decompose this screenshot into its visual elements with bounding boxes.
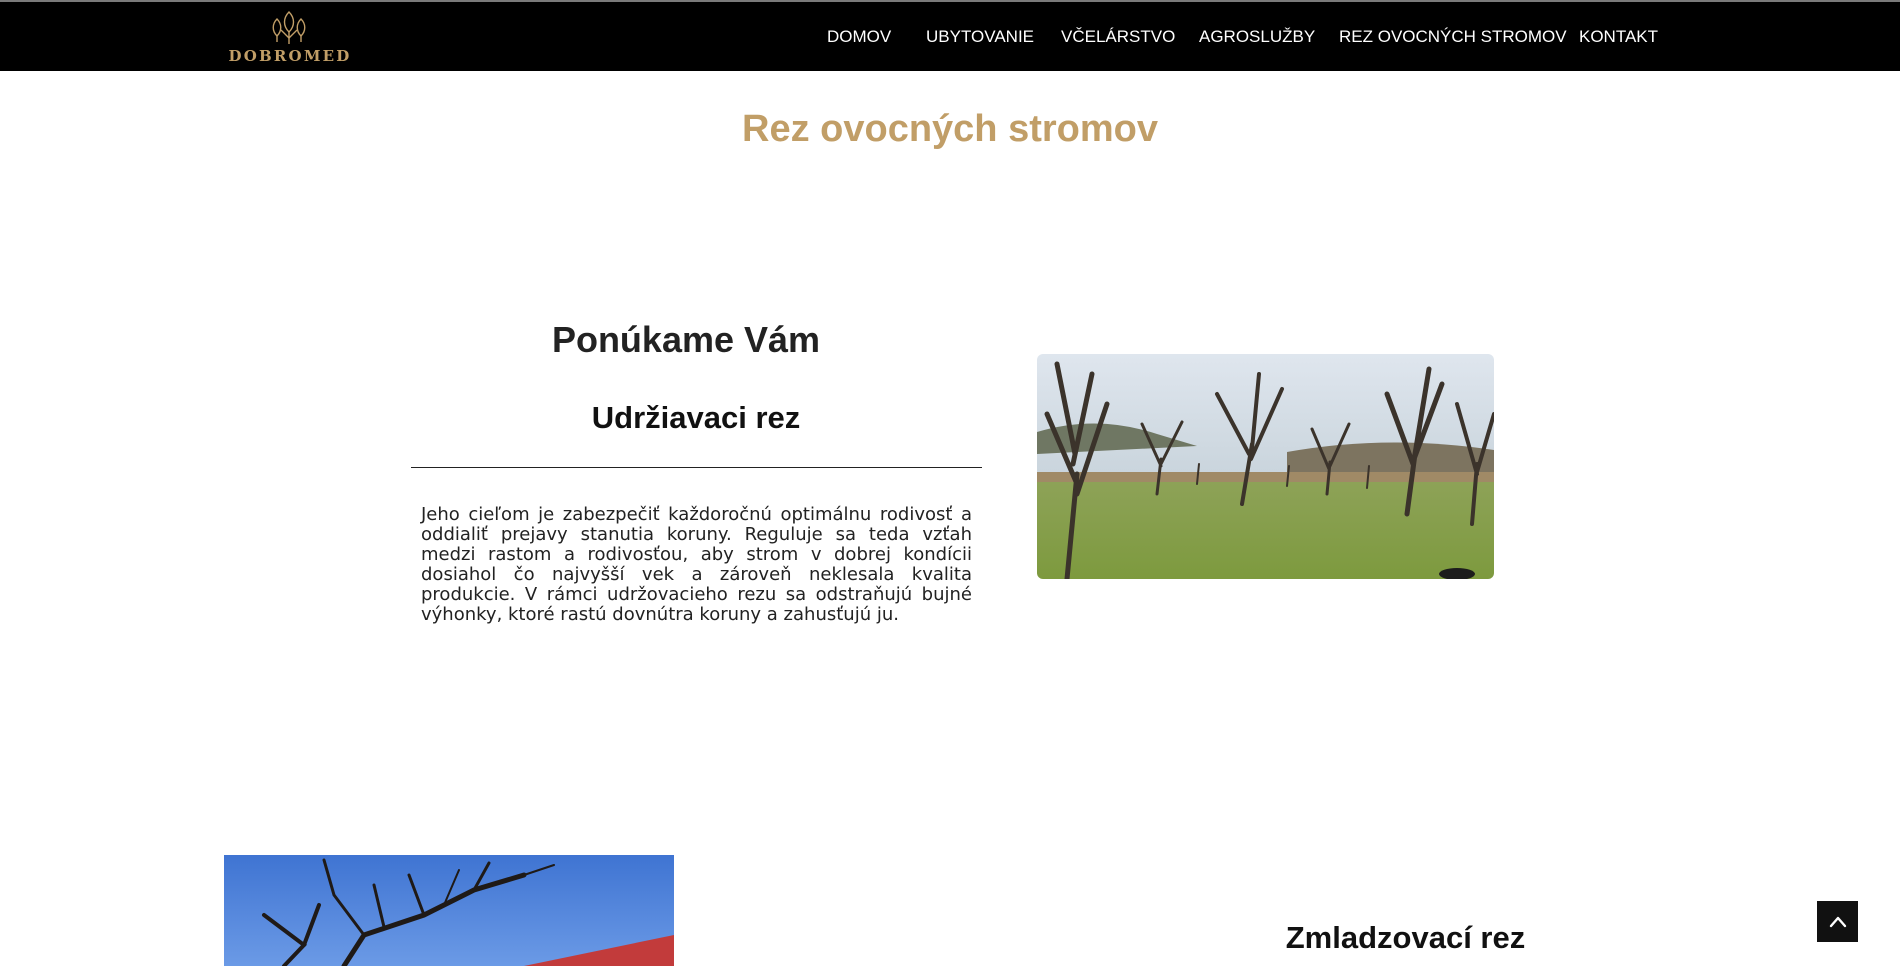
section-description: Jeho cieľom je zabezpečiť každoročnú opt…: [421, 504, 972, 625]
bee-hive-leaves-icon: [272, 11, 306, 44]
orchard-photo: [1037, 354, 1494, 579]
logo-wordmark: DOBROMED: [228, 47, 352, 65]
nav-item-kontakt[interactable]: KONTAKT: [1579, 26, 1658, 48]
page-title: Rez ovocných stromov: [742, 108, 1158, 150]
section-heading-zmladzovaci-rez: Zmladzovací rez: [1285, 920, 1526, 955]
nav-item-agrosluzby[interactable]: AGROSLUŽBY: [1199, 26, 1315, 48]
scroll-to-top-button[interactable]: [1817, 901, 1858, 942]
section-heading-udrziavaci-rez: Udržiavaci rez: [591, 400, 801, 435]
pruned-tree-photo: [224, 855, 674, 966]
site-logo[interactable]: DOBROMED: [228, 10, 352, 68]
section-divider: [411, 467, 982, 468]
nav-item-rez-ovocnych-stromov[interactable]: REZ OVOCNÝCH STROMOV: [1339, 26, 1567, 48]
nav-item-vcelarstvo[interactable]: VČELÁRSTVO: [1061, 26, 1175, 48]
intro-heading: Ponúkame Vám: [551, 319, 821, 360]
site-header: DOBROMED DOMOV UBYTOVANIE VČELÁRSTVO AGR…: [0, 2, 1900, 71]
nav-item-domov[interactable]: DOMOV: [827, 26, 891, 48]
chevron-up-icon: [1829, 916, 1846, 927]
nav-item-ubytovanie[interactable]: UBYTOVANIE: [926, 26, 1034, 48]
